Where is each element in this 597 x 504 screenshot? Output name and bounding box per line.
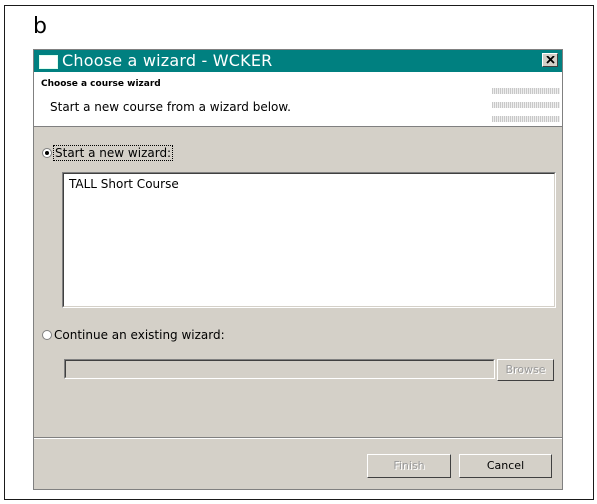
window-icon (39, 55, 58, 69)
button-separator (34, 437, 562, 439)
existing-wizard-path-input[interactable] (65, 360, 494, 378)
existing-wizard-path-field (64, 359, 495, 379)
start-new-radio[interactable] (42, 148, 52, 158)
list-item[interactable]: TALL Short Course (69, 177, 179, 191)
wizard-listbox[interactable]: TALL Short Course (62, 172, 556, 308)
radio-selected-dot (45, 151, 49, 155)
continue-existing-radio[interactable] (42, 330, 52, 340)
browse-button[interactable]: Browse (497, 359, 554, 381)
listbox-border: TALL Short Course (63, 173, 555, 307)
panel-letter: b (33, 14, 47, 39)
close-icon (546, 56, 555, 64)
title-bar[interactable]: Choose a wizard - WCKER (34, 50, 562, 72)
cancel-button[interactable]: Cancel (459, 454, 552, 478)
start-new-label[interactable]: Start a new wizard: (52, 145, 174, 161)
finish-button[interactable]: Finish (367, 454, 451, 478)
header-banner-stripe (492, 102, 560, 108)
header-title: Choose a course wizard (41, 79, 161, 89)
window-title: Choose a wizard - WCKER (62, 51, 273, 70)
continue-existing-label[interactable]: Continue an existing wizard: (54, 328, 225, 342)
close-button[interactable] (542, 53, 558, 67)
wizard-dialog: Choose a wizard - WCKER Choose a course … (33, 49, 563, 490)
header-description: Start a new course from a wizard below. (50, 100, 291, 114)
header-banner-stripe (492, 116, 560, 122)
wizard-header: Choose a course wizard Start a new cours… (34, 72, 562, 127)
header-banner-stripe (492, 88, 560, 94)
